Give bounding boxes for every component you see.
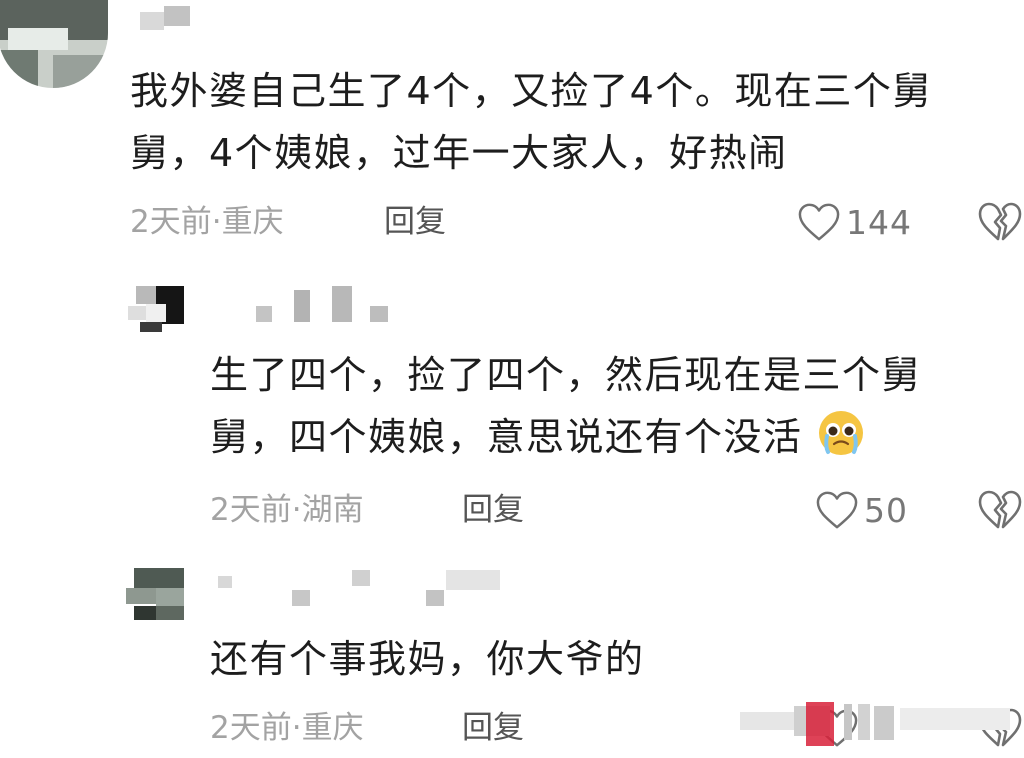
comment-time: 2天前: [210, 492, 292, 528]
avatar[interactable]: [126, 568, 184, 620]
username[interactable]: [140, 6, 200, 32]
watermark: [740, 702, 1024, 748]
meta-separator: ·: [291, 492, 302, 528]
comment-meta: 2天前·重庆: [130, 202, 284, 242]
comment-text-line: 还有个事我妈，你大爷的: [210, 637, 645, 681]
comment-meta: 2天前·重庆: [210, 708, 364, 748]
comment-location: 重庆: [301, 710, 364, 746]
comment-text: 我外婆自己生了4个，又捡了4个。现在三个舅 舅，4个姨娘，过年一大家人，好热闹: [130, 60, 932, 184]
heart-outline-icon: [816, 491, 858, 529]
comment-text-line: 舅，4个姨娘，过年一大家人，好热闹: [130, 131, 788, 175]
comment-text: 生了四个，捡了四个，然后现在是三个舅 舅，四个姨娘，意思说还有个没活: [210, 344, 921, 468]
meta-separator: ·: [291, 710, 302, 746]
like-count: 50: [864, 490, 908, 530]
meta-separator: ·: [211, 204, 222, 240]
comment-time: 2天前: [130, 204, 212, 240]
comment-time: 2天前: [210, 710, 292, 746]
comment-meta: 2天前·湖南: [210, 490, 364, 530]
broken-heart-icon: [978, 490, 1022, 529]
reply-button[interactable]: 回复: [462, 490, 524, 530]
comment-text-line: 我外婆自己生了4个，又捡了4个。现在三个舅: [130, 69, 932, 113]
like-button[interactable]: 50: [814, 488, 908, 532]
comment-thread: 我外婆自己生了4个，又捡了4个。现在三个舅 舅，4个姨娘，过年一大家人，好热闹 …: [0, 0, 1024, 758]
comment-text-line: 舅，四个姨娘，意思说还有个没活: [210, 406, 921, 468]
comment: 我外婆自己生了4个，又捡了4个。现在三个舅 舅，4个姨娘，过年一大家人，好热闹 …: [0, 0, 1024, 250]
comment-location: 重庆: [221, 204, 284, 240]
comment: 生了四个，捡了四个，然后现在是三个舅 舅，四个姨娘，意思说还有个没活 2天前·湖…: [0, 280, 1024, 540]
username[interactable]: [256, 286, 396, 326]
dislike-button[interactable]: [976, 488, 1024, 532]
dislike-button[interactable]: [976, 200, 1024, 244]
pleading-crying-face-emoji: [819, 411, 864, 455]
avatar[interactable]: [0, 0, 108, 88]
comment-location: 湖南: [301, 492, 364, 528]
broken-heart-icon: [978, 202, 1022, 241]
comment-text-line: 生了四个，捡了四个，然后现在是三个舅: [210, 353, 922, 397]
heart-outline-icon: [798, 203, 840, 241]
like-count: 144: [846, 202, 912, 242]
reply-button[interactable]: 回复: [384, 202, 446, 242]
username[interactable]: [218, 566, 508, 606]
reply-button[interactable]: 回复: [462, 708, 524, 748]
avatar[interactable]: [128, 282, 184, 332]
like-button[interactable]: 144: [796, 200, 912, 244]
comment-text: 还有个事我妈，你大爷的: [210, 628, 645, 690]
